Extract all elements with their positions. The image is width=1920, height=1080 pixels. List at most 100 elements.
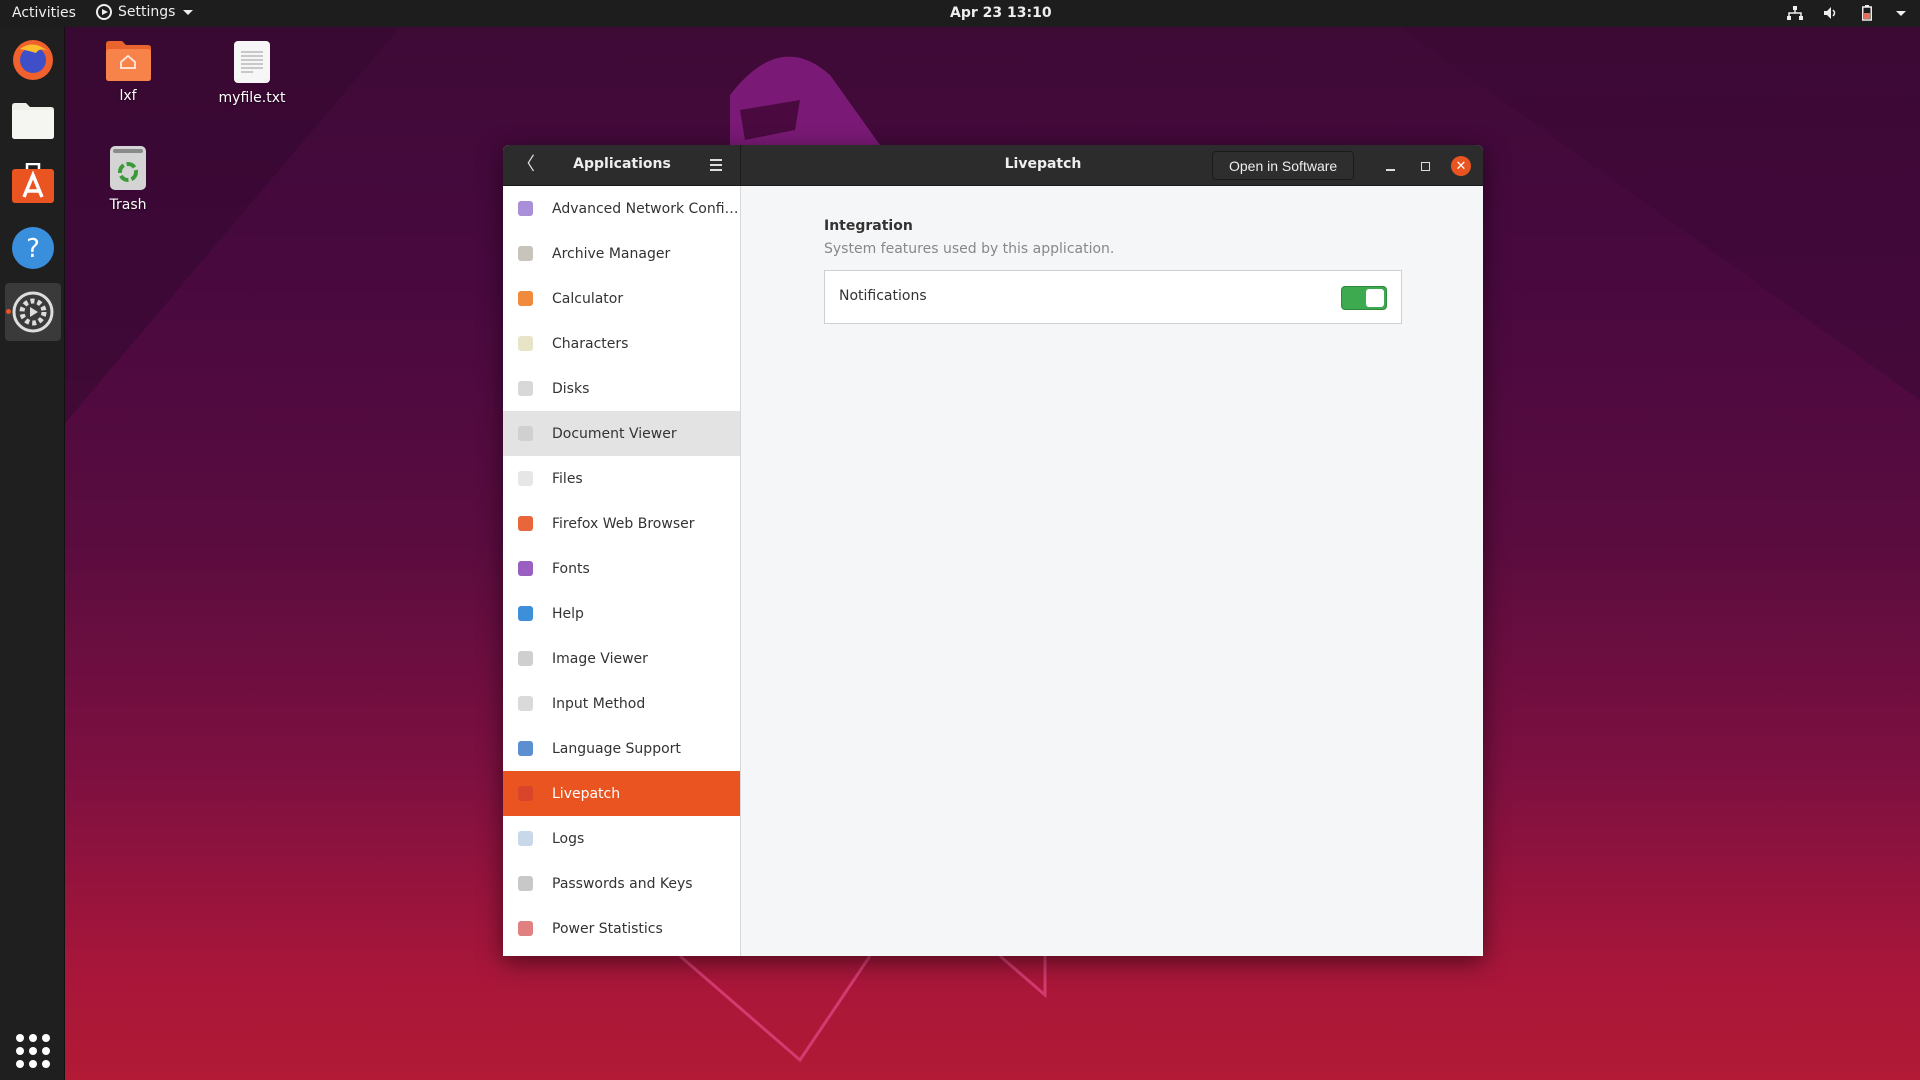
sidebar-item-label: Archive Manager [552, 245, 671, 262]
minimize-icon [1385, 169, 1395, 171]
app-icon [518, 921, 533, 936]
close-button[interactable]: ✕ [1451, 156, 1471, 176]
sidebar-item-label: Input Method [552, 695, 646, 712]
sidebar-item-label: Image Viewer [552, 650, 648, 667]
sidebar-item-label: Characters [552, 335, 629, 352]
applications-list: Advanced Network Confi… Archive Manager Ca… [503, 186, 741, 956]
sidebar-item-power-statistics[interactable]: Power Statistics [503, 906, 740, 951]
sidebar-item-archive-manager[interactable]: Archive Manager [503, 231, 740, 276]
maximize-button[interactable] [1415, 156, 1435, 176]
dock-help[interactable]: ? [5, 219, 61, 277]
app-icon [518, 741, 533, 756]
sidebar-item-label: Firefox Web Browser [552, 515, 695, 532]
sidebar-item-livepatch[interactable]: Livepatch [503, 771, 740, 816]
sidebar-item-characters[interactable]: Characters [503, 321, 740, 366]
sidebar-title: Applications [573, 156, 671, 172]
sidebar-item-label: Disks [552, 380, 590, 397]
settings-icon [12, 291, 54, 333]
app-menu-label: Settings [118, 4, 176, 20]
app-icon [518, 426, 533, 441]
desktop-icon-myfile[interactable]: myfile.txt [207, 40, 297, 106]
settings-window: 〈 Applications Livepatch Open in Softwar… [503, 145, 1483, 956]
open-in-software-button[interactable]: Open in Software [1212, 151, 1355, 180]
dock-software[interactable] [5, 155, 61, 213]
notifications-toggle[interactable] [1341, 286, 1387, 310]
app-icon [518, 336, 533, 351]
sidebar-item-label: Livepatch [552, 785, 621, 802]
sidebar-item-passwords-and-keys[interactable]: Passwords and Keys [503, 861, 740, 906]
desktop-icon-label: Trash [109, 197, 147, 213]
sidebar-item-firefox-web-browser[interactable]: Firefox Web Browser [503, 501, 740, 546]
desktop-icon-label: lxf [119, 88, 137, 104]
minimize-button[interactable] [1380, 156, 1400, 176]
app-icon [518, 876, 533, 891]
network-icon[interactable] [1786, 4, 1804, 22]
app-icon [518, 561, 533, 576]
software-icon [12, 163, 54, 203]
maximize-icon [1420, 161, 1430, 171]
dock-files[interactable] [5, 91, 61, 149]
hamburger-menu-icon[interactable] [710, 159, 722, 171]
app-menu[interactable]: Settings [96, 4, 194, 20]
activities-button[interactable]: Activities [12, 5, 76, 21]
app-icon [518, 201, 533, 216]
sidebar-item-label: Fonts [552, 560, 590, 577]
section-subtitle: System features used by this application… [824, 241, 1115, 257]
dock-settings[interactable] [5, 283, 61, 341]
firefox-icon [13, 40, 53, 80]
clock[interactable]: Apr 23 13:10 [950, 5, 1052, 21]
system-menu-caret-icon[interactable] [1896, 10, 1906, 16]
sidebar-item-document-viewer[interactable]: Document Viewer [503, 411, 740, 456]
sidebar-item-logs[interactable]: Logs [503, 816, 740, 861]
app-icon [518, 606, 533, 621]
show-applications-icon[interactable] [16, 1034, 50, 1068]
desktop-icon-trash[interactable]: Trash [83, 145, 173, 213]
desktop-icon-lxf[interactable]: lxf [83, 40, 173, 104]
settings-app-icon [96, 4, 112, 20]
sidebar-item-input-method[interactable]: Input Method [503, 681, 740, 726]
notifications-row: Notifications [824, 270, 1402, 324]
sidebar-item-image-viewer[interactable]: Image Viewer [503, 636, 740, 681]
section-title: Integration [824, 218, 913, 234]
files-icon [12, 103, 54, 139]
volume-icon[interactable] [1822, 4, 1840, 22]
page-title: Livepatch [1004, 156, 1082, 172]
chevron-down-icon [183, 9, 194, 15]
sidebar-header: 〈 Applications [503, 145, 741, 186]
sidebar-item-label: Calculator [552, 290, 624, 307]
sidebar-item-label: Language Support [552, 740, 681, 757]
notifications-label: Notifications [839, 288, 927, 304]
text-file-icon [234, 41, 270, 83]
top-bar: Activities Settings Apr 23 13:10 [0, 0, 1920, 27]
sidebar-item-disks[interactable]: Disks [503, 366, 740, 411]
sidebar-item-calculator[interactable]: Calculator [503, 276, 740, 321]
app-icon [518, 381, 533, 396]
toggle-knob [1366, 289, 1384, 307]
header-bar: 〈 Applications Livepatch Open in Softwar… [503, 145, 1483, 186]
sidebar-item-label: Files [552, 470, 583, 487]
sidebar-item-advanced-network-confi[interactable]: Advanced Network Confi… [503, 186, 740, 231]
dock: ? [0, 27, 65, 1080]
sidebar-item-label: Advanced Network Confi… [552, 200, 739, 217]
battery-icon[interactable] [1858, 4, 1876, 22]
app-icon [518, 651, 533, 666]
sidebar-item-fonts[interactable]: Fonts [503, 546, 740, 591]
sidebar-item-language-support[interactable]: Language Support [503, 726, 740, 771]
system-tray[interactable] [1786, 4, 1906, 22]
app-icon [518, 696, 533, 711]
sidebar-item-label: Help [552, 605, 584, 622]
svg-text:?: ? [26, 234, 40, 264]
sidebar-item-label: Logs [552, 830, 585, 847]
running-indicator [6, 309, 11, 314]
app-icon [518, 291, 533, 306]
home-folder-icon [106, 41, 151, 81]
sidebar-item-help[interactable]: Help [503, 591, 740, 636]
app-icon [518, 516, 533, 531]
app-details-panel: Integration System features used by this… [742, 186, 1483, 956]
desktop-icon-label: myfile.txt [218, 90, 286, 106]
dock-firefox[interactable] [5, 31, 61, 89]
sidebar-item-label: Document Viewer [552, 425, 677, 442]
sidebar-item-files[interactable]: Files [503, 456, 740, 501]
app-icon [518, 786, 533, 801]
app-icon [518, 831, 533, 846]
